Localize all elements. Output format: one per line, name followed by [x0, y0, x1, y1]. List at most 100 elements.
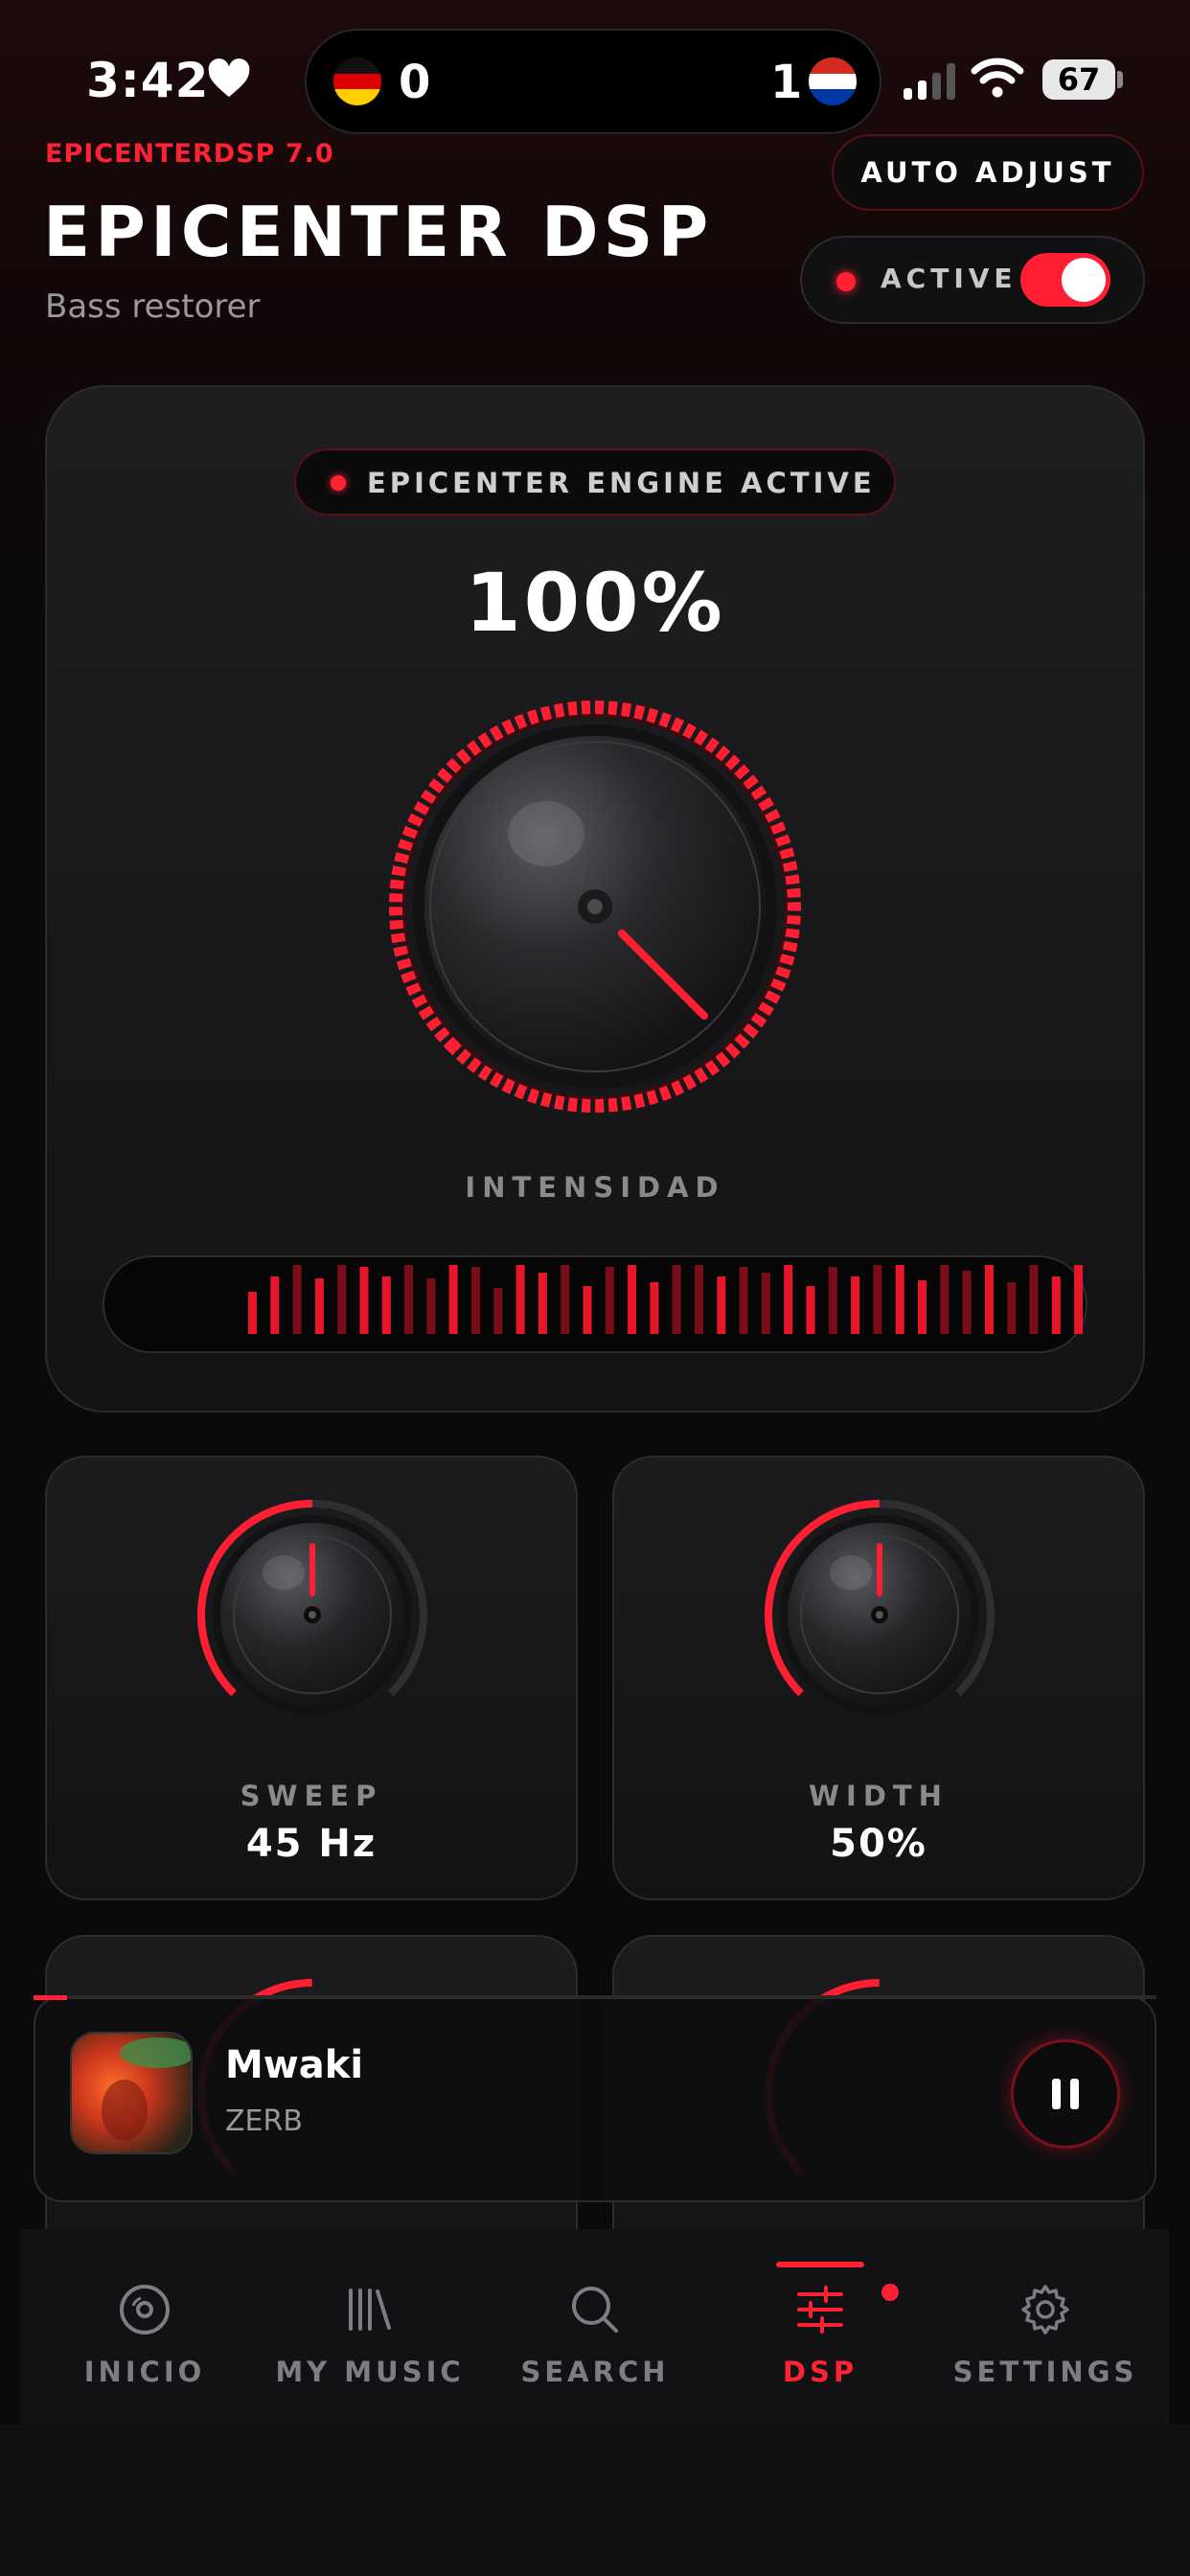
nav-label-settings: SETTINGS [952, 2356, 1138, 2388]
active-label: ACTIVE [881, 263, 1018, 294]
battery-nub [1117, 71, 1123, 88]
engine-status-dot [331, 475, 346, 491]
bottom-navigation: INICIO MY MUSIC SEARCH DSP SETTINGS [21, 2229, 1169, 2425]
meter-bar [918, 1280, 927, 1334]
sweep-label: SWEEP [240, 1780, 383, 1812]
app-version: EPICENTERDSP 7.0 [45, 139, 334, 169]
active-status-dot [836, 272, 856, 291]
nav-item-dsp[interactable]: DSP [710, 2283, 930, 2388]
toggle-knob [1062, 258, 1106, 302]
status-time: 3:42 [86, 53, 210, 108]
meter-bar [359, 1267, 369, 1334]
nav-active-indicator [776, 2262, 864, 2267]
level-meter-bars [248, 1265, 1084, 1334]
sweep-knob[interactable] [195, 1498, 429, 1732]
meter-bar [739, 1267, 748, 1334]
live-activity-island[interactable]: 0 1 [305, 29, 881, 134]
engine-status-label: EPICENTER ENGINE ACTIVE [367, 467, 876, 499]
meter-bar [873, 1265, 882, 1334]
playback-progress-track[interactable] [34, 1995, 1156, 1999]
meter-bar [493, 1288, 503, 1334]
battery-indicator: 67 [1042, 59, 1115, 100]
wifi-icon [971, 58, 1024, 98]
meter-bar [650, 1282, 659, 1334]
nav-item-my-music[interactable]: MY MUSIC [260, 2283, 480, 2388]
disc-icon [120, 2285, 170, 2334]
now-playing-bar[interactable]: Mwaki ZERB [34, 1995, 1156, 2202]
meter-bar [695, 1265, 703, 1334]
score-right: 1 [770, 56, 803, 109]
active-toggle-row[interactable]: ACTIVE [800, 236, 1145, 324]
search-icon [572, 2287, 618, 2333]
pause-icon [1052, 2079, 1079, 2109]
gear-icon [1021, 2285, 1069, 2334]
meter-bar [828, 1267, 837, 1334]
nav-item-settings[interactable]: SETTINGS [935, 2283, 1156, 2388]
width-card: WIDTH 50% [612, 1456, 1145, 1900]
active-toggle[interactable] [1020, 253, 1110, 307]
meter-bar [940, 1265, 950, 1334]
meter-bar [851, 1276, 860, 1334]
nav-label-dsp: DSP [782, 2356, 858, 2388]
meter-bar [337, 1265, 347, 1334]
meter-bar [248, 1292, 257, 1334]
pause-button[interactable] [1011, 2039, 1120, 2149]
meter-bar [895, 1265, 904, 1334]
track-title: Mwaki [225, 2043, 364, 2087]
meter-bar [984, 1265, 994, 1334]
page-subtitle: Bass restorer [45, 288, 261, 326]
meter-bar [515, 1265, 525, 1334]
meter-bar [962, 1271, 972, 1334]
width-label: WIDTH [809, 1780, 949, 1812]
intensity-label: INTENSIDAD [465, 1171, 725, 1204]
meter-bar [538, 1273, 547, 1334]
meter-bar [784, 1265, 793, 1334]
engine-status-badge: EPICENTER ENGINE ACTIVE [294, 448, 896, 516]
intensity-knob[interactable] [378, 690, 812, 1123]
meter-bar [1007, 1282, 1017, 1334]
intensity-value: 100% [465, 556, 725, 650]
meter-bar [426, 1278, 436, 1334]
width-knob[interactable] [763, 1498, 996, 1732]
meter-bar [314, 1278, 324, 1334]
level-meter [103, 1255, 1087, 1353]
meter-bar [583, 1286, 592, 1334]
meter-bar [672, 1265, 681, 1334]
meter-bar [448, 1265, 458, 1334]
meter-bar [1051, 1276, 1061, 1334]
nav-item-search[interactable]: SEARCH [485, 2283, 705, 2388]
meter-bar [404, 1265, 414, 1334]
sweep-value: 45 Hz [245, 1822, 378, 1866]
meter-bar [717, 1276, 726, 1334]
nav-notification-dot [881, 2284, 899, 2301]
germany-flag-icon [333, 58, 381, 105]
meter-bar [561, 1265, 570, 1334]
bottom-safe-area [0, 2425, 1190, 2576]
nav-item-inicio[interactable]: INICIO [34, 2283, 255, 2388]
meter-bar [381, 1276, 391, 1334]
paraguay-flag-icon [809, 58, 857, 105]
track-artist: ZERB [225, 2104, 303, 2138]
meter-bar [806, 1286, 815, 1334]
library-icon [349, 2288, 391, 2331]
nav-label-search: SEARCH [520, 2356, 670, 2388]
nav-label-my-music: MY MUSIC [275, 2356, 465, 2388]
meter-bar [292, 1265, 302, 1334]
meter-bar [605, 1267, 614, 1334]
meter-bar [1029, 1265, 1039, 1334]
meter-bar [1074, 1265, 1084, 1334]
playback-progress-fill [34, 1995, 67, 2000]
auto-adjust-button[interactable]: AUTO ADJUST [832, 134, 1144, 211]
meter-bar [628, 1265, 637, 1334]
meter-bar [761, 1273, 770, 1334]
album-art [70, 2032, 193, 2154]
heart-icon [208, 58, 250, 98]
meter-bar [270, 1276, 280, 1334]
sweep-card: SWEEP 45 Hz [45, 1456, 578, 1900]
sliders-icon [797, 2286, 843, 2334]
meter-bar [471, 1267, 480, 1334]
cellular-signal-icon [904, 63, 955, 100]
width-value: 50% [830, 1822, 927, 1866]
nav-label-inicio: INICIO [83, 2356, 206, 2388]
page-title: EPICENTER DSP [43, 192, 714, 272]
